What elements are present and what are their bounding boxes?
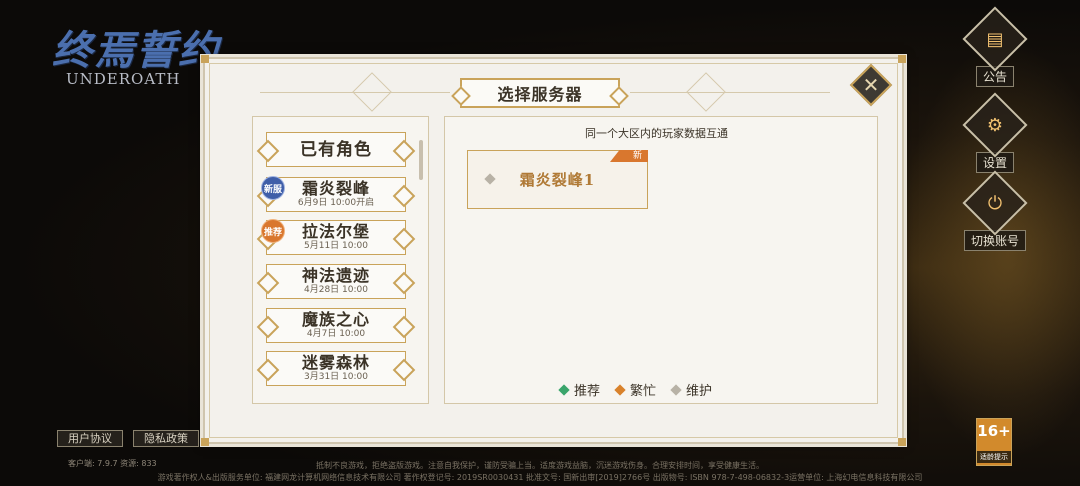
legend-recommended: 推荐 bbox=[558, 380, 601, 399]
legend-label: 繁忙 bbox=[630, 384, 657, 399]
region-list-scrollbar[interactable] bbox=[419, 140, 423, 180]
status-legend: 推荐 繁忙 维护 bbox=[558, 380, 713, 399]
region-name: 已有角色 bbox=[300, 139, 372, 160]
busy-diamond-icon bbox=[614, 383, 626, 396]
maintenance-diamond-icon bbox=[670, 383, 682, 396]
switch-account-button[interactable]: ⏻ 切换账号 bbox=[960, 170, 1030, 251]
region-name: 迷雾森林 bbox=[301, 353, 370, 372]
panel-corner bbox=[201, 438, 209, 446]
age-hint: 适龄提示 bbox=[977, 451, 1011, 463]
region-date: 4月28日 10:00 bbox=[304, 285, 368, 295]
panel-corner bbox=[201, 55, 209, 63]
legend-busy: 繁忙 bbox=[614, 380, 657, 399]
close-icon: ✕ bbox=[862, 73, 880, 97]
recommended-badge: 推荐 bbox=[261, 219, 285, 243]
region-name: 霜炎裂峰 bbox=[301, 179, 370, 198]
server-status-indicator bbox=[484, 173, 496, 185]
server-name: 霜炎裂峰1 bbox=[519, 171, 596, 189]
region-name: 拉法尔堡 bbox=[301, 222, 370, 241]
switch-account-icon: ⏻ bbox=[987, 192, 1003, 214]
region-item-frostflame[interactable]: 新服 霜炎裂峰 6月9日 10:00开启 bbox=[261, 176, 406, 212]
data-sync-note: 同一个大区内的玩家数据互通 bbox=[585, 127, 728, 140]
region-item-demon-heart[interactable]: 魔族之心 4月7日 10:00 bbox=[266, 308, 406, 343]
settings-button[interactable]: ⚙ 设置 bbox=[960, 92, 1030, 173]
new-server-tag: 新 bbox=[610, 150, 648, 162]
region-date: 3月31日 10:00 bbox=[304, 372, 368, 382]
notice-icon: ▤ bbox=[986, 28, 1004, 50]
region-date: 6月9日 10:00开启 bbox=[297, 198, 375, 208]
region-date: 4月7日 10:00 bbox=[306, 329, 366, 339]
settings-icon: ⚙ bbox=[986, 114, 1004, 136]
region-name: 神法遗迹 bbox=[301, 266, 370, 285]
region-item-existing-roles[interactable]: 已有角色 bbox=[266, 132, 406, 167]
region-item-mist-forest[interactable]: 迷雾森林 3月31日 10:00 bbox=[266, 351, 406, 386]
panel-corner bbox=[898, 55, 906, 63]
header-ornament-line bbox=[630, 92, 830, 93]
region-item-rafaelburg[interactable]: 推荐 拉法尔堡 5月11日 10:00 bbox=[261, 219, 406, 255]
notice-button[interactable]: ▤ 公告 bbox=[960, 6, 1030, 87]
age-rating-badge[interactable]: 16+ 适龄提示 bbox=[976, 418, 1012, 466]
health-disclaimer: 抵制不良游戏，拒绝盗版游戏。注意自我保护，谨防受骗上当。适度游戏益脑，沉迷游戏伤… bbox=[316, 461, 764, 470]
privacy-policy-button[interactable]: 隐私政策 bbox=[133, 430, 199, 447]
region-date: 5月11日 10:00 bbox=[304, 241, 368, 251]
publisher-info: 游戏著作权人&出版服务单位: 福建网龙计算机网络信息技术有限公司 著作权登记号:… bbox=[157, 473, 923, 482]
legend-label: 推荐 bbox=[574, 384, 601, 399]
dialog-title: 选择服务器 bbox=[460, 78, 620, 108]
new-server-badge: 新服 bbox=[261, 176, 285, 200]
legend-maintenance: 维护 bbox=[670, 380, 713, 399]
region-item-divine-ruins[interactable]: 神法遗迹 4月28日 10:00 bbox=[266, 264, 406, 299]
panel-corner bbox=[898, 438, 906, 446]
recommended-diamond-icon bbox=[558, 383, 570, 396]
age-rating: 16+ bbox=[977, 422, 1011, 440]
server-card[interactable]: 霜炎裂峰1 新 bbox=[467, 150, 648, 209]
legend-label: 维护 bbox=[686, 384, 713, 399]
user-agreement-button[interactable]: 用户协议 bbox=[57, 430, 123, 447]
region-name: 魔族之心 bbox=[301, 310, 370, 329]
